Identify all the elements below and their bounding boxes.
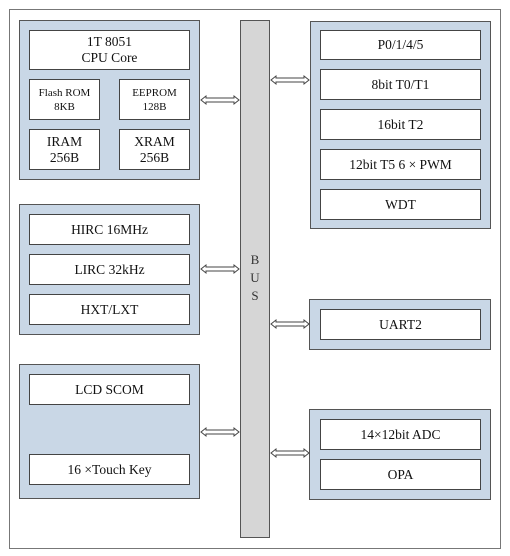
hirc-block: HIRC 16MHz xyxy=(29,214,190,245)
wdt-block: WDT xyxy=(320,189,481,220)
eeprom-block: EEPROM 128B xyxy=(119,79,190,120)
lcd-bus-arrow-icon xyxy=(200,426,240,438)
ports-block: P0/1/4/5 xyxy=(320,30,481,60)
bus-letter-b: B xyxy=(250,252,260,267)
adc-block: 14×12bit ADC xyxy=(320,419,481,450)
timer5-pwm-block: 12bit T5 6 × PWM xyxy=(320,149,481,180)
opa-block: OPA xyxy=(320,459,481,490)
hxt-lxt-block: HXT/LXT xyxy=(29,294,190,325)
analog-bus-arrow-icon xyxy=(270,447,310,459)
timer01-block: 8bit T0/T1 xyxy=(320,69,481,100)
touch-key-block: 16 ×Touch Key xyxy=(29,454,190,485)
lirc-block: LIRC 32kHz xyxy=(29,254,190,285)
iram-block: IRAM 256B xyxy=(29,129,100,170)
peripherals-bus-arrow-icon xyxy=(270,74,310,86)
lcd-scom-block: LCD SCOM xyxy=(29,374,190,405)
uart-bus-arrow-icon xyxy=(270,318,310,330)
cpu-bus-arrow-icon xyxy=(200,94,240,106)
flash-rom-block: Flash ROM 8KB xyxy=(29,79,100,120)
clock-bus-arrow-icon xyxy=(200,263,240,275)
uart2-block: UART2 xyxy=(320,309,481,340)
xram-block: XRAM 256B xyxy=(119,129,190,170)
cpu-core-block: 1T 8051 CPU Core xyxy=(29,30,190,70)
bus-letter-u: U xyxy=(250,270,260,285)
timer2-block: 16bit T2 xyxy=(320,109,481,140)
bus-label: B U S xyxy=(240,251,270,305)
bus-letter-s: S xyxy=(251,288,259,303)
